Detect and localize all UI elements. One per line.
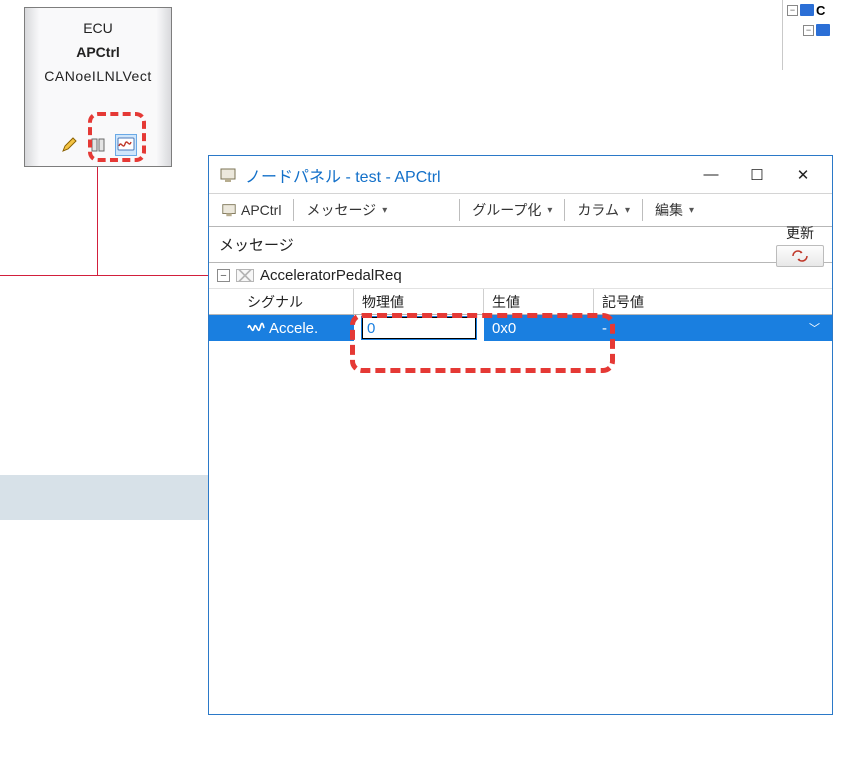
signal-name: Accele. bbox=[269, 320, 318, 337]
column-header-row: シグナル 物理値 生値 記号値 bbox=[209, 289, 832, 315]
tree-collapse-icon[interactable]: − bbox=[217, 269, 230, 282]
window-title: ノードパネル - test - APCtrl bbox=[245, 163, 441, 187]
canvas-background bbox=[0, 475, 208, 520]
ecu-node-block[interactable]: ECU APCtrl CANoeILNLVect bbox=[24, 7, 172, 167]
col-raw[interactable]: 生値 bbox=[484, 289, 594, 314]
titlebar[interactable]: ノードパネル - test - APCtrl — ☐ ✕ bbox=[209, 156, 832, 194]
tree-row[interactable]: − bbox=[783, 20, 842, 40]
project-tree-sliver: − C − bbox=[782, 0, 842, 70]
chevron-down-icon: ▾ bbox=[382, 205, 387, 216]
ecu-name-label: APCtrl bbox=[25, 44, 171, 60]
tree-node-label: C bbox=[816, 3, 825, 18]
tree-collapse-icon[interactable]: − bbox=[803, 25, 814, 36]
col-symbol[interactable]: 記号値 bbox=[594, 289, 832, 314]
symbol-value-cell: - bbox=[602, 320, 607, 337]
book-icon[interactable] bbox=[87, 134, 109, 156]
toolbar-separator bbox=[642, 199, 643, 221]
minimize-button[interactable]: — bbox=[688, 160, 734, 190]
connector-line bbox=[0, 275, 208, 276]
toolbar: APCtrl メッセージ ▾ グループ化 ▾ カラム ▾ 編集 ▾ bbox=[209, 194, 832, 227]
node-selector-label: APCtrl bbox=[241, 202, 281, 218]
signal-row[interactable]: Accele. 0x0 - ﹀ bbox=[209, 315, 832, 341]
refresh-label: 更新 bbox=[786, 223, 814, 243]
maximize-button[interactable]: ☐ bbox=[734, 160, 780, 190]
message-name: AcceleratorPedalReq bbox=[260, 267, 402, 284]
ecu-dll-label: CANoeILNLVect bbox=[25, 68, 171, 84]
connector-line bbox=[97, 167, 98, 275]
groupby-dropdown[interactable]: グループ化 ▾ bbox=[464, 197, 560, 223]
chevron-down-icon: ▾ bbox=[689, 205, 694, 216]
signal-wave-icon bbox=[247, 322, 265, 334]
col-signal[interactable]: シグナル bbox=[239, 289, 354, 314]
ecu-type-label: ECU bbox=[25, 20, 171, 36]
message-icon bbox=[236, 269, 254, 282]
node-panel-window: ノードパネル - test - APCtrl — ☐ ✕ APCtrl メッセー… bbox=[208, 155, 833, 715]
tree-collapse-icon[interactable]: − bbox=[787, 5, 798, 16]
node-selector-button[interactable]: APCtrl bbox=[213, 199, 289, 221]
app-icon bbox=[219, 166, 237, 184]
close-button[interactable]: ✕ bbox=[780, 160, 826, 190]
message-header-label: メッセージ bbox=[219, 234, 294, 255]
toolbar-separator bbox=[564, 199, 565, 221]
col-physical[interactable]: 物理値 bbox=[354, 289, 484, 314]
tree-row[interactable]: − C bbox=[783, 0, 842, 20]
refresh-button[interactable] bbox=[776, 245, 824, 267]
network-icon bbox=[816, 24, 830, 36]
physical-value-input[interactable] bbox=[362, 317, 476, 339]
message-dropdown[interactable]: メッセージ ▾ bbox=[298, 197, 395, 223]
column-dropdown[interactable]: カラム ▾ bbox=[569, 197, 638, 223]
toolbar-separator bbox=[293, 199, 294, 221]
network-icon bbox=[800, 4, 814, 16]
chevron-down-icon[interactable]: ﹀ bbox=[809, 320, 820, 336]
chevron-down-icon: ▾ bbox=[547, 205, 552, 216]
pencil-icon[interactable] bbox=[59, 134, 81, 156]
edit-dropdown[interactable]: 編集 ▾ bbox=[647, 197, 702, 223]
message-header-bar: メッセージ 更新 bbox=[209, 227, 832, 263]
chevron-down-icon: ▾ bbox=[625, 205, 630, 216]
toolbar-separator bbox=[459, 199, 460, 221]
raw-value-cell: 0x0 bbox=[484, 315, 594, 341]
message-tree-row[interactable]: − AcceleratorPedalReq bbox=[209, 263, 832, 289]
scope-icon[interactable] bbox=[115, 134, 137, 156]
